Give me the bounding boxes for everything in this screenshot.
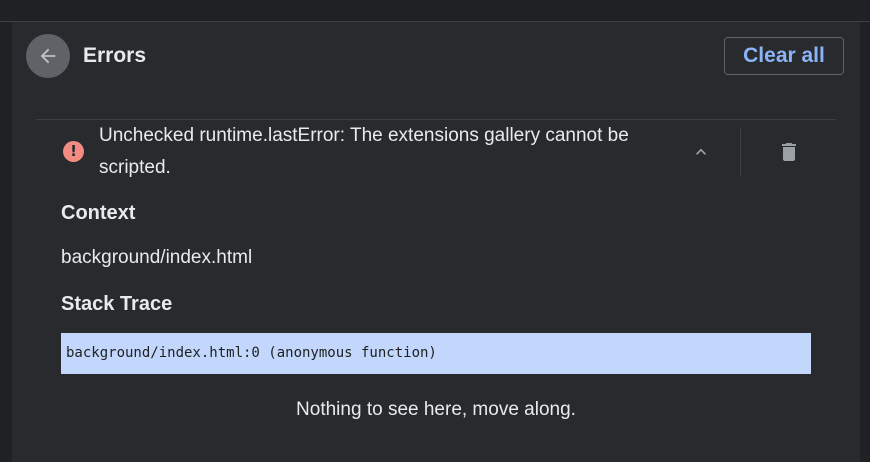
trash-icon	[782, 143, 796, 161]
back-button[interactable]	[26, 34, 70, 78]
top-bar	[0, 0, 870, 22]
stack-frame[interactable]: background/index.html:0 (anonymous funct…	[61, 333, 811, 374]
separator	[740, 128, 741, 176]
context-heading: Context	[61, 202, 136, 224]
error-icon: !	[63, 141, 84, 162]
page-title: Errors	[83, 44, 147, 67]
empty-note: Nothing to see here, move along.	[296, 399, 576, 420]
error-message: Unchecked runtime.lastError: The extensi…	[99, 125, 629, 178]
chevron-up-icon	[696, 148, 706, 155]
stack-trace-heading: Stack Trace	[61, 293, 173, 315]
collapse-button[interactable]	[684, 135, 718, 169]
context-value: background/index.html	[61, 247, 253, 268]
errors-card: Errors Clear all ! Unchecked runtime.las…	[12, 22, 860, 462]
delete-button[interactable]	[772, 135, 806, 169]
arrow-back-icon	[40, 48, 56, 64]
clear-all-button[interactable]: Clear all	[724, 37, 844, 75]
